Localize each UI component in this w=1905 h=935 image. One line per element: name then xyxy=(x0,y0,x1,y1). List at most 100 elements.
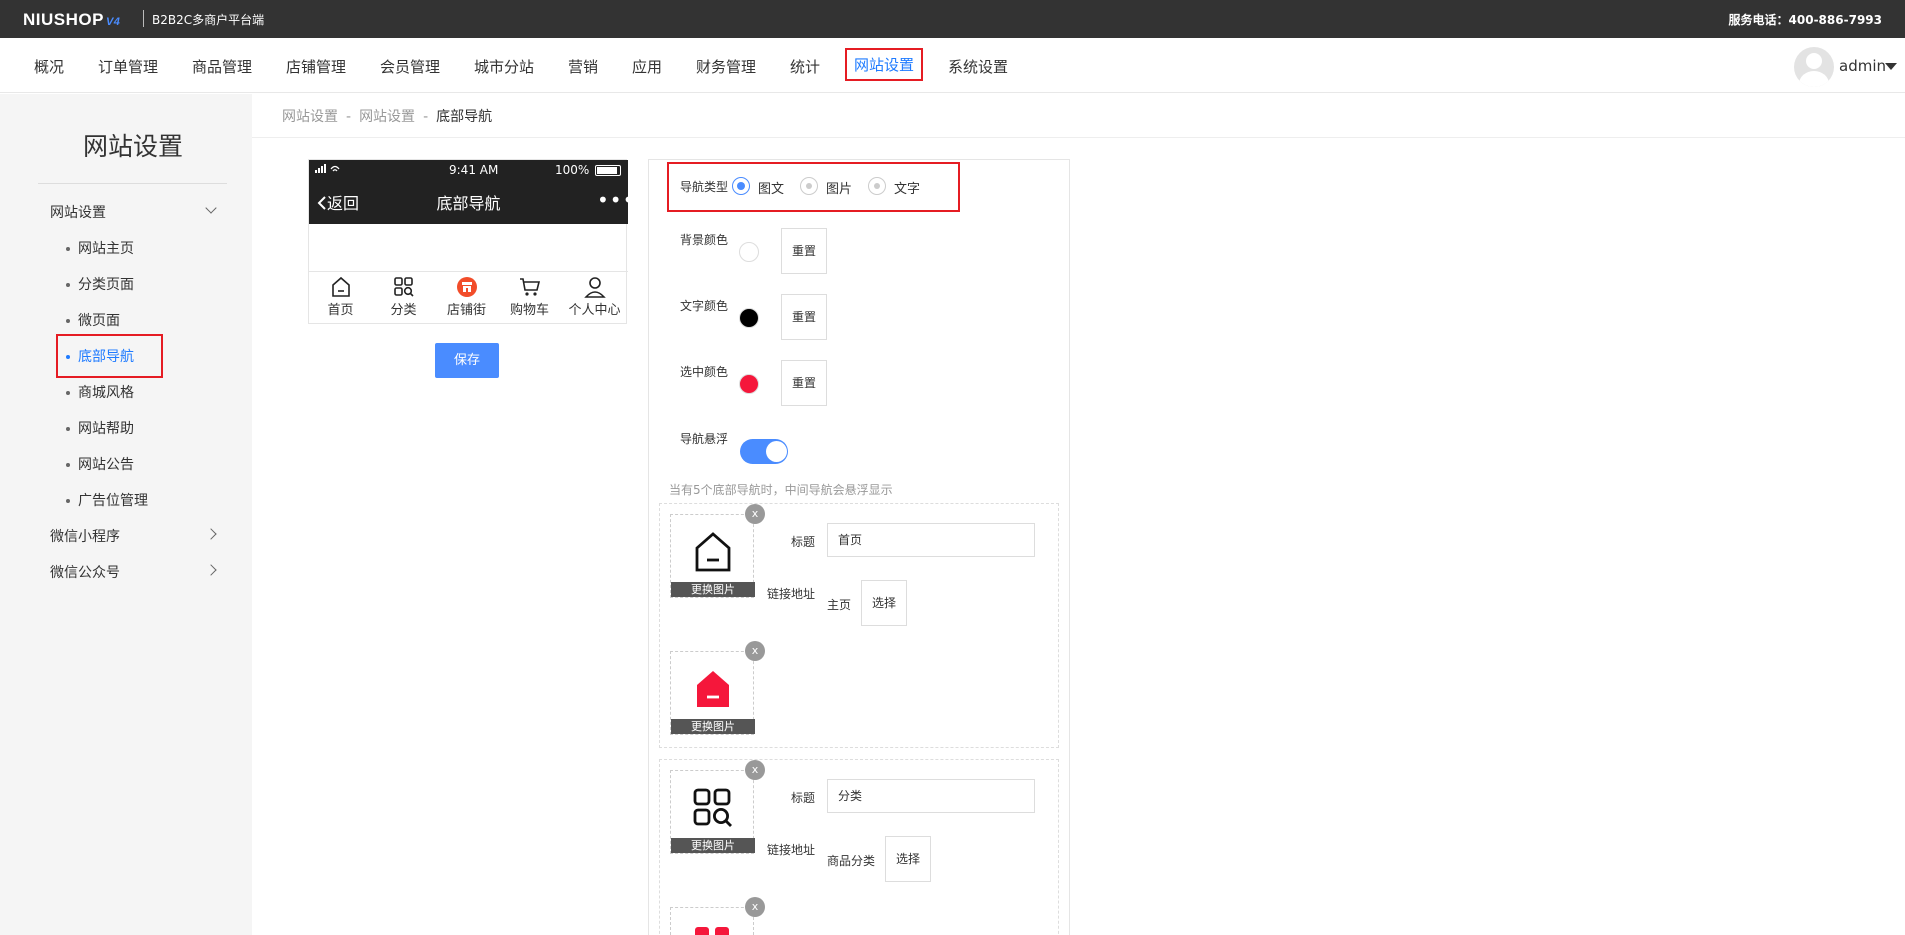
reset-selected-color-button[interactable]: 重置 xyxy=(781,360,827,406)
link-label: 链接地址 xyxy=(767,843,816,857)
sidebar: 网站设置 网站设置 网站主页 分类页面 微页面 底部导航 商城风格 网站帮助 网… xyxy=(0,94,252,935)
username[interactable]: admin xyxy=(1839,57,1886,75)
reset-text-color-button[interactable]: 重置 xyxy=(781,294,827,340)
more-icon: ••• xyxy=(597,188,636,212)
nav-stats[interactable]: 统计 xyxy=(790,56,820,77)
divider xyxy=(143,10,144,27)
main-nav: 概况 订单管理 商品管理 店铺管理 会员管理 城市分站 营销 应用 财务管理 统… xyxy=(0,38,1905,93)
status-battery: 100% xyxy=(555,163,590,177)
link-value: 主页 xyxy=(827,598,852,612)
selected-color-label: 选中颜色 xyxy=(680,365,729,379)
select-link-button[interactable]: 选择 xyxy=(885,836,931,882)
select-link-button[interactable]: 选择 xyxy=(861,580,907,626)
sidebar-item-site-help[interactable]: 网站帮助 xyxy=(66,418,134,438)
nav-marketing[interactable]: 营销 xyxy=(568,56,598,77)
title-input[interactable]: 首页 xyxy=(827,523,1035,557)
float-note: 当有5个底部导航时，中间导航会悬浮显示 xyxy=(669,483,893,497)
selected-color-swatch[interactable] xyxy=(739,374,759,394)
reset-bg-color-button[interactable]: 重置 xyxy=(781,228,827,274)
sidebar-item-ad-slots[interactable]: 广告位管理 xyxy=(66,490,148,510)
battery-icon xyxy=(595,165,621,176)
nav-type-label: 导航类型 xyxy=(680,180,729,194)
chevron-down-icon[interactable] xyxy=(205,202,217,214)
bg-color-swatch[interactable] xyxy=(739,242,759,262)
user-icon xyxy=(583,277,606,298)
nav-system-settings[interactable]: 系统设置 xyxy=(948,56,1008,77)
home-filled-icon xyxy=(697,671,729,707)
link-value: 商品分类 xyxy=(827,854,876,868)
sidebar-item-bottom-nav[interactable]: 底部导航 xyxy=(66,346,134,366)
icon-slot-default[interactable]: 更换图片 xyxy=(670,770,755,854)
category-icon xyxy=(693,788,732,827)
text-color-label: 文字颜色 xyxy=(680,299,729,313)
sidebar-title: 网站设置 xyxy=(82,132,183,161)
change-image-button[interactable]: 更换图片 xyxy=(671,719,755,734)
text-color-swatch[interactable] xyxy=(739,308,759,328)
platform-subtitle: B2B2C多商户平台端 xyxy=(152,13,265,27)
nav-type-radio-image-text[interactable] xyxy=(732,177,750,195)
category-filled-icon xyxy=(695,927,729,935)
phone-header: 9:41 AM 100% 返回 底部导航 ••• xyxy=(309,160,634,224)
float-label: 导航悬浮 xyxy=(680,432,729,446)
change-image-button[interactable]: 更换图片 xyxy=(671,838,755,853)
sidebar-item-micro-page[interactable]: 微页面 xyxy=(66,310,120,330)
delete-icon[interactable]: x xyxy=(745,760,765,780)
icon-slot-selected[interactable]: 更换图片 xyxy=(670,651,755,735)
sidebar-item-mall-style[interactable]: 商城风格 xyxy=(66,382,134,402)
change-image-button[interactable]: 更换图片 xyxy=(671,582,755,597)
nav-stores[interactable]: 店铺管理 xyxy=(286,56,346,77)
phone-tab-profile: 个人中心 xyxy=(561,272,628,325)
title-label: 标题 xyxy=(791,791,816,805)
avatar[interactable] xyxy=(1794,47,1834,87)
delete-icon[interactable]: x xyxy=(745,897,765,917)
nav-orders[interactable]: 订单管理 xyxy=(98,56,158,77)
top-bar: NIUSHOP V4 B2B2C多商户平台端 服务电话：400-886-7993 xyxy=(0,0,1905,38)
phone-tab-home: 首页 xyxy=(309,272,372,325)
link-label: 链接地址 xyxy=(767,587,816,601)
nav-type-radio-image[interactable] xyxy=(800,177,818,195)
title-label: 标题 xyxy=(791,535,816,549)
nav-item-card: 更换图片 x 标题 分类 链接地址 商品分类 选择 x xyxy=(659,759,1059,935)
divider xyxy=(252,137,1905,138)
chevron-right-icon[interactable] xyxy=(205,564,217,576)
sidebar-item-site-notice[interactable]: 网站公告 xyxy=(66,454,134,474)
sidebar-item-home[interactable]: 网站主页 xyxy=(66,238,134,258)
breadcrumb-item[interactable]: 网站设置 xyxy=(359,109,415,125)
nav-type-option[interactable]: 图片 xyxy=(826,178,852,197)
title-input[interactable]: 分类 xyxy=(827,779,1035,813)
sidebar-item-category-page[interactable]: 分类页面 xyxy=(66,274,134,294)
phone-title: 底部导航 xyxy=(436,194,501,213)
float-toggle[interactable] xyxy=(740,439,788,464)
cart-icon xyxy=(519,278,540,296)
nav-site-settings[interactable]: 网站设置 xyxy=(845,48,924,81)
chevron-right-icon[interactable] xyxy=(205,528,217,540)
nav-type-radio-text[interactable] xyxy=(868,177,886,195)
logo: NIUSHOP V4 xyxy=(23,10,121,29)
nav-apps[interactable]: 应用 xyxy=(632,56,662,77)
caret-down-icon[interactable] xyxy=(1885,63,1897,70)
home-icon xyxy=(331,276,350,297)
save-button[interactable]: 保存 xyxy=(435,343,499,378)
phone-tab-store-street: 店铺街 xyxy=(435,272,498,325)
phone-preview: 9:41 AM 100% 返回 底部导航 ••• 首页 分类 店铺街 购物车 个… xyxy=(308,159,634,325)
delete-icon[interactable]: x xyxy=(745,641,765,661)
sidebar-group-site-settings[interactable]: 网站设置 xyxy=(50,202,106,222)
nav-type-option[interactable]: 文字 xyxy=(894,178,920,197)
delete-icon[interactable]: x xyxy=(745,504,765,524)
icon-slot-default[interactable]: 更换图片 xyxy=(670,514,755,598)
phone-tab-cart: 购物车 xyxy=(498,272,561,325)
divider xyxy=(38,183,227,184)
nav-overview[interactable]: 概况 xyxy=(34,56,64,77)
sidebar-group-wechat-official[interactable]: 微信公众号 xyxy=(50,562,120,582)
signal-icon xyxy=(315,163,343,178)
nav-city-branch[interactable]: 城市分站 xyxy=(474,56,534,77)
breadcrumb-item[interactable]: 网站设置 xyxy=(282,109,338,125)
icon-slot-selected[interactable] xyxy=(670,907,754,935)
nav-finance[interactable]: 财务管理 xyxy=(696,56,756,77)
breadcrumb: 网站设置 - 网站设置 - 底部导航 xyxy=(282,109,493,125)
store-icon xyxy=(456,277,477,297)
nav-members[interactable]: 会员管理 xyxy=(380,56,440,77)
sidebar-group-mini-program[interactable]: 微信小程序 xyxy=(50,526,120,546)
nav-goods[interactable]: 商品管理 xyxy=(192,56,252,77)
nav-type-option[interactable]: 图文 xyxy=(758,178,784,197)
